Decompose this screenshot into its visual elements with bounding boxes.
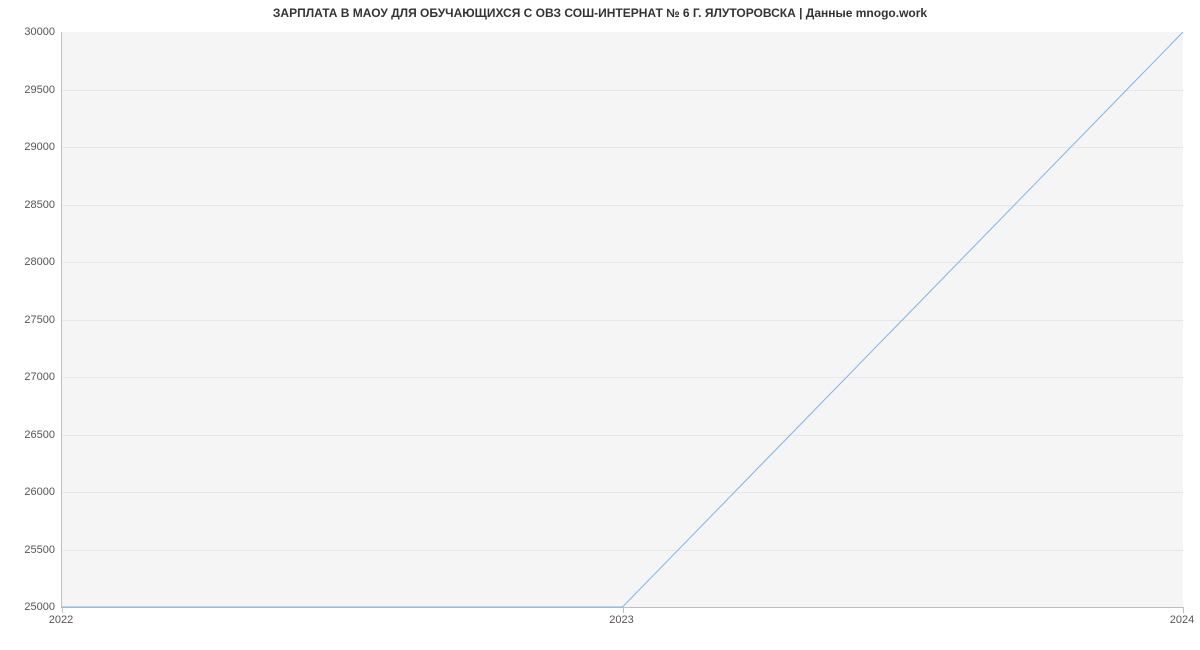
x-tick xyxy=(62,607,63,613)
plot-area-main xyxy=(61,32,1183,608)
y-tick-label: 30000 xyxy=(5,26,55,38)
y-tick-label: 26500 xyxy=(5,429,55,441)
y-tick-label: 25000 xyxy=(5,601,55,613)
x-tick xyxy=(623,607,624,613)
x-tick-label: 2024 xyxy=(1170,614,1194,626)
y-tick-label: 29000 xyxy=(5,141,55,153)
salary-line-chart: ЗАРПЛАТА В МАОУ ДЛЯ ОБУЧАЮЩИХСЯ С ОВЗ СО… xyxy=(0,0,1200,650)
x-tick-label: 2023 xyxy=(609,614,633,626)
y-tick-label: 28500 xyxy=(5,199,55,211)
y-tick-label: 29500 xyxy=(5,84,55,96)
y-tick-label: 27000 xyxy=(5,371,55,383)
y-tick-label: 26000 xyxy=(5,486,55,498)
y-tick-label: 28000 xyxy=(5,256,55,268)
y-tick-label: 25500 xyxy=(5,544,55,556)
y-tick-label: 27500 xyxy=(5,314,55,326)
series-line xyxy=(62,32,1183,607)
x-tick-label: 2022 xyxy=(49,614,73,626)
chart-title: ЗАРПЛАТА В МАОУ ДЛЯ ОБУЧАЮЩИХСЯ С ОВЗ СО… xyxy=(0,6,1200,20)
x-tick xyxy=(1183,607,1184,613)
